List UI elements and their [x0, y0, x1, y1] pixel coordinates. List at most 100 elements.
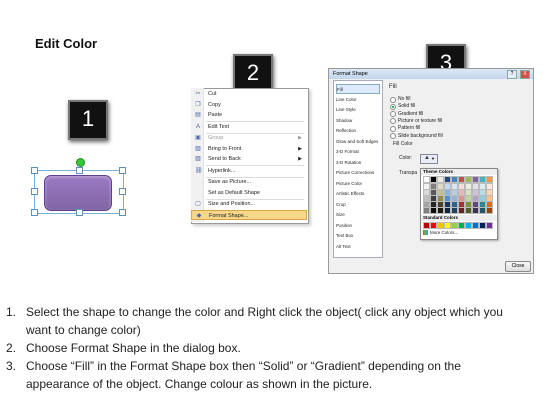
menu-item-bring-to-front[interactable]: ▨ Bring to Front ▶ — [191, 144, 307, 155]
theme-shade-swatch[interactable] — [472, 207, 479, 214]
menu-item-size-and-position[interactable]: ▢ Size and Position... — [191, 199, 307, 210]
theme-shade-swatch[interactable] — [451, 195, 458, 202]
theme-color-swatch[interactable] — [479, 176, 486, 183]
more-colors-link[interactable]: More Colors... — [430, 230, 458, 235]
theme-shade-swatch[interactable] — [437, 201, 444, 208]
close-button[interactable]: Close — [505, 261, 531, 272]
theme-shade-swatch[interactable] — [486, 195, 493, 202]
category-line-color[interactable]: Line Color — [336, 95, 380, 105]
theme-shade-swatch[interactable] — [486, 207, 493, 214]
resize-handle[interactable] — [119, 188, 126, 195]
theme-shade-swatch[interactable] — [430, 201, 437, 208]
theme-shade-swatch[interactable] — [423, 195, 430, 202]
category-text-box[interactable]: Text Box — [336, 231, 380, 241]
category-artistic-effects[interactable]: Artistic Effects — [336, 189, 380, 199]
category-picture-corrections[interactable]: Picture Corrections — [336, 168, 380, 178]
category-3-d-rotation[interactable]: 3-D Rotation — [336, 158, 380, 168]
category-reflection[interactable]: Reflection — [336, 126, 380, 136]
resize-handle[interactable] — [119, 209, 126, 216]
category-glow-and-soft-edges[interactable]: Glow and Soft Edges — [336, 137, 380, 147]
standard-color-swatch[interactable] — [423, 222, 430, 229]
theme-color-swatch[interactable] — [486, 176, 493, 183]
theme-shade-swatch[interactable] — [479, 195, 486, 202]
resize-handle[interactable] — [31, 209, 38, 216]
radio-pattern-fill[interactable] — [390, 125, 396, 132]
radio-no-fill[interactable] — [390, 96, 396, 103]
theme-shade-swatch[interactable] — [444, 189, 451, 196]
theme-shade-swatch[interactable] — [465, 201, 472, 208]
standard-color-swatch[interactable] — [486, 222, 493, 229]
standard-color-swatch[interactable] — [479, 222, 486, 229]
theme-shade-swatch[interactable] — [472, 189, 479, 196]
theme-shade-swatch[interactable] — [479, 189, 486, 196]
theme-color-swatch[interactable] — [444, 176, 451, 183]
radio-picture-or-texture-fill[interactable] — [390, 118, 396, 125]
theme-shade-swatch[interactable] — [472, 195, 479, 202]
menu-item-hyperlink[interactable]: ⛓ Hyperlink... — [191, 166, 307, 177]
color-picker-button[interactable]: ▲ ▼ — [420, 154, 438, 164]
theme-shade-swatch[interactable] — [479, 201, 486, 208]
theme-shade-swatch[interactable] — [465, 183, 472, 190]
menu-item-group[interactable]: ▣ Group ▶ — [191, 133, 307, 144]
category-shadow[interactable]: Shadow — [336, 116, 380, 126]
theme-shade-swatch[interactable] — [486, 201, 493, 208]
menu-item-set-as-default-shape[interactable]: Set as Default Shape — [191, 188, 307, 199]
standard-color-swatch[interactable] — [458, 222, 465, 229]
help-button[interactable]: ? — [507, 70, 517, 79]
standard-color-swatch[interactable] — [472, 222, 479, 229]
theme-shade-swatch[interactable] — [423, 201, 430, 208]
theme-shade-swatch[interactable] — [458, 183, 465, 190]
resize-handle[interactable] — [76, 167, 83, 174]
theme-shade-swatch[interactable] — [437, 183, 444, 190]
menu-item-paste[interactable]: ▤ Paste — [191, 110, 307, 121]
selected-shape[interactable] — [44, 175, 112, 211]
theme-shade-swatch[interactable] — [451, 201, 458, 208]
menu-item-copy[interactable]: ❐ Copy — [191, 100, 307, 111]
theme-color-swatch[interactable] — [458, 176, 465, 183]
theme-color-swatch[interactable] — [430, 176, 437, 183]
theme-shade-swatch[interactable] — [444, 195, 451, 202]
menu-item-format-shape[interactable]: ◆ Format Shape... — [191, 209, 307, 220]
theme-shade-swatch[interactable] — [423, 189, 430, 196]
theme-shade-swatch[interactable] — [465, 207, 472, 214]
category-fill[interactable]: Fill — [336, 84, 380, 95]
theme-shade-swatch[interactable] — [430, 207, 437, 214]
category-position[interactable]: Position — [336, 221, 380, 231]
radio-slide-background-fill[interactable] — [390, 133, 396, 139]
theme-shade-swatch[interactable] — [437, 195, 444, 202]
theme-shade-swatch[interactable] — [465, 195, 472, 202]
category-crop[interactable]: Crop — [336, 200, 380, 210]
theme-shade-swatch[interactable] — [479, 183, 486, 190]
theme-shade-swatch[interactable] — [444, 201, 451, 208]
theme-shade-swatch[interactable] — [451, 207, 458, 214]
standard-color-swatch[interactable] — [437, 222, 444, 229]
resize-handle[interactable] — [31, 167, 38, 174]
rotation-handle[interactable] — [76, 158, 85, 167]
menu-item-cut[interactable]: ✂ Cut — [191, 89, 307, 100]
standard-color-swatch[interactable] — [465, 222, 472, 229]
theme-shade-swatch[interactable] — [458, 207, 465, 214]
menu-item-edit-text[interactable]: A Edit Text — [191, 122, 307, 133]
theme-shade-swatch[interactable] — [430, 183, 437, 190]
theme-shade-swatch[interactable] — [458, 195, 465, 202]
category-alt-text[interactable]: Alt Text — [336, 242, 380, 252]
theme-shade-swatch[interactable] — [486, 183, 493, 190]
resize-handle[interactable] — [31, 188, 38, 195]
category-3-d-format[interactable]: 3-D Format — [336, 147, 380, 157]
category-size[interactable]: Size — [336, 210, 380, 220]
theme-color-swatch[interactable] — [465, 176, 472, 183]
theme-shade-swatch[interactable] — [486, 189, 493, 196]
theme-color-swatch[interactable] — [423, 176, 430, 183]
theme-shade-swatch[interactable] — [430, 189, 437, 196]
theme-shade-swatch[interactable] — [451, 183, 458, 190]
theme-shade-swatch[interactable] — [430, 195, 437, 202]
standard-color-swatch[interactable] — [451, 222, 458, 229]
resize-handle[interactable] — [119, 167, 126, 174]
theme-shade-swatch[interactable] — [458, 201, 465, 208]
theme-shade-swatch[interactable] — [423, 207, 430, 214]
standard-color-swatch[interactable] — [430, 222, 437, 229]
theme-shade-swatch[interactable] — [458, 189, 465, 196]
theme-shade-swatch[interactable] — [444, 207, 451, 214]
theme-shade-swatch[interactable] — [423, 183, 430, 190]
standard-color-swatch[interactable] — [444, 222, 451, 229]
